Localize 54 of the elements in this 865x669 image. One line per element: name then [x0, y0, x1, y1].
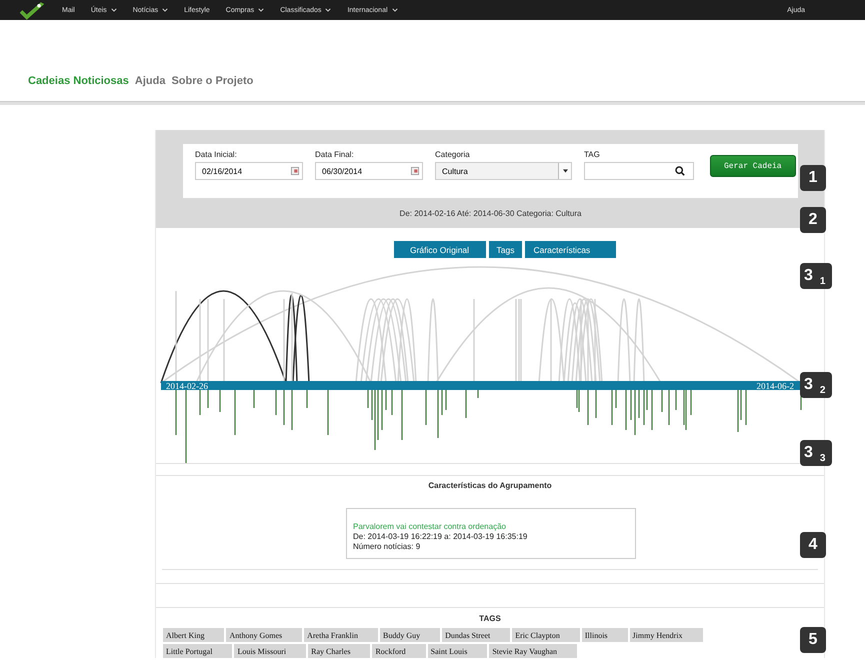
calendar-icon[interactable] — [411, 167, 419, 175]
filter-summary: De: 2014-02-16 Até: 2014-06-30 Categoria: Cultura — [398, 209, 582, 218]
chevron-icon — [392, 8, 398, 12]
chart-tab[interactable]: Características — [525, 241, 616, 258]
caret-icon — [562, 169, 568, 173]
callout-badge: 2 — [800, 207, 826, 233]
chevron-icon — [258, 8, 264, 12]
chevron-icon — [162, 8, 168, 12]
tag-search-field[interactable] — [584, 162, 694, 180]
tag-chip[interactable]: Louis Missouri — [234, 644, 306, 658]
tag-chip[interactable]: Eric Claypton — [512, 628, 580, 642]
category-select[interactable]: Cultura — [435, 162, 572, 180]
tag-chip[interactable]: Anthony Gomes — [226, 628, 302, 642]
axis-label: 2014-02-26 — [166, 381, 208, 391]
tag-chip[interactable]: Little Portugal — [163, 644, 232, 658]
generate-button[interactable]: Gerar Cadeia — [710, 155, 796, 177]
tag-chip[interactable]: Jimmy Hendrix — [630, 628, 703, 642]
tag-chip[interactable]: Buddy Guy — [380, 628, 440, 642]
field-label: TAG — [584, 150, 601, 159]
chart-tab[interactable]: Gráfico Original — [394, 241, 486, 258]
callout-badge: 3 2 — [800, 372, 832, 398]
nav-link[interactable]: Cadeias Noticiosas — [28, 75, 129, 93]
tag-chip[interactable]: Aretha Franklin — [304, 628, 378, 642]
tag-chip[interactable]: Dundas Street — [442, 628, 510, 642]
chevron-icon — [325, 8, 332, 12]
date-field[interactable]: 06/30/2014 — [315, 162, 423, 180]
section-heading: TAGS — [478, 614, 502, 623]
field-label: Data Final: — [315, 150, 355, 159]
chevron-icon — [110, 8, 117, 12]
logo-icon[interactable] — [18, 2, 46, 20]
callout-badge: 3 3 — [800, 440, 832, 466]
date-field[interactable]: 02/16/2014 — [195, 162, 303, 180]
tag-chip[interactable]: Rockford — [372, 644, 426, 658]
field-label: Categoria — [435, 150, 471, 159]
tag-chip[interactable]: Illinois — [582, 628, 628, 642]
section-heading: Características do Agrupamento — [427, 481, 553, 490]
field-label: Data Inicial: — [195, 150, 238, 159]
axis-label: 2014-06-2 — [756, 381, 794, 391]
search-icon[interactable] — [675, 166, 685, 176]
cluster-count: Número notícias: 9 — [353, 542, 422, 552]
cluster-title: Parvalorem vai contestar contra ordenação — [353, 522, 507, 532]
callout-badge: 4 — [800, 532, 826, 558]
tag-chip[interactable]: Stevie Ray Vaughan — [489, 644, 578, 658]
nav-link[interactable]: Ajuda — [134, 75, 166, 93]
nav-link[interactable]: Sobre o Projeto — [171, 75, 254, 93]
callout-badge: 3 1 — [800, 263, 832, 289]
tag-chip[interactable]: Saint Louis — [428, 644, 488, 658]
tag-chip[interactable]: Albert King — [163, 628, 224, 642]
calendar-icon[interactable] — [291, 167, 299, 175]
callout-badge: 5 — [800, 627, 826, 653]
callout-badge: 1 — [800, 165, 826, 191]
cluster-range: De: 2014-03-19 16:22:19 a: 2014-03-19 16:35:19 — [353, 532, 528, 542]
chart-tab[interactable]: Tags — [488, 241, 522, 258]
tag-chip[interactable]: Ray Charles — [308, 644, 370, 658]
